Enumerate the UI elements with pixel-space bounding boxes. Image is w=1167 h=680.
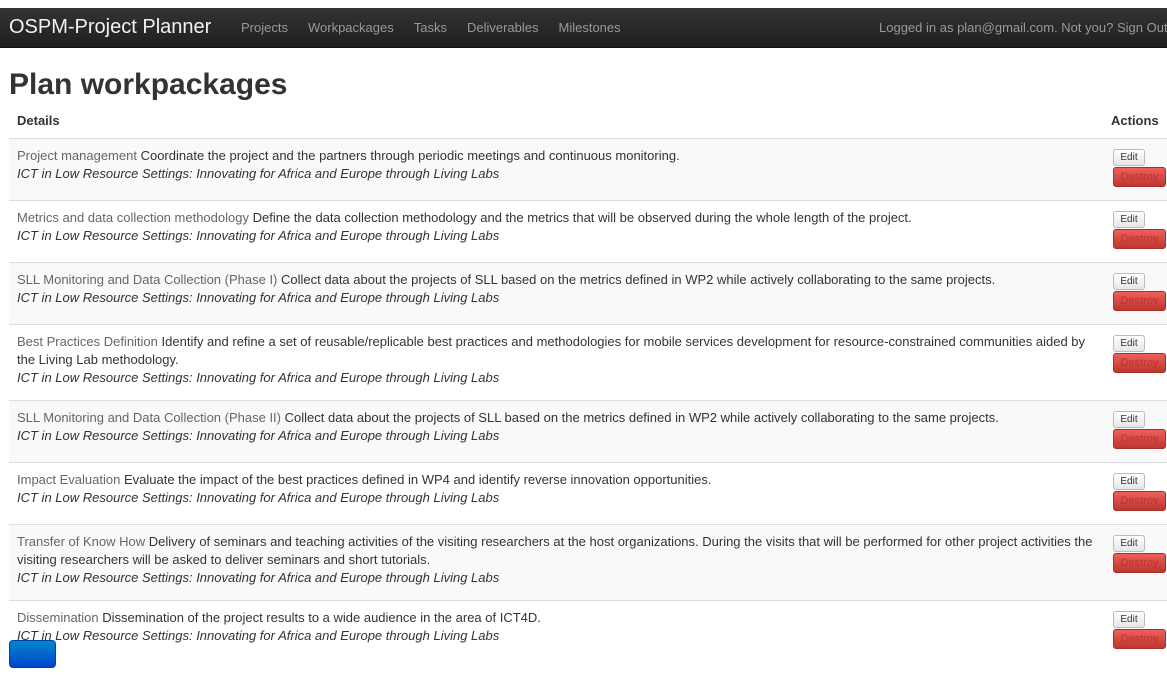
workpackage-name: Dissemination xyxy=(17,610,99,625)
actions-cell: Edit Destroy xyxy=(1103,462,1167,525)
workpackage-project: ICT in Low Resource Settings: Innovating… xyxy=(17,166,500,181)
table-row: Project management Coordinate the projec… xyxy=(9,138,1167,201)
destroy-button[interactable]: Destroy xyxy=(1113,167,1166,187)
details-cell: SLL Monitoring and Data Collection (Phas… xyxy=(9,400,1103,463)
workpackage-description: Coordinate the project and the partners … xyxy=(140,148,680,163)
edit-button[interactable]: Edit xyxy=(1113,411,1145,428)
table-row: Impact Evaluation Evaluate the impact of… xyxy=(9,462,1167,525)
destroy-button[interactable]: Destroy xyxy=(1113,629,1166,649)
sign-out-link[interactable]: Sign Out xyxy=(1117,20,1167,35)
actions-cell: Edit Destroy xyxy=(1103,200,1167,263)
destroy-button[interactable]: Destroy xyxy=(1113,553,1166,573)
workpackage-project: ICT in Low Resource Settings: Innovating… xyxy=(17,228,500,243)
details-cell: Project management Coordinate the projec… xyxy=(9,138,1103,201)
destroy-button[interactable]: Destroy xyxy=(1113,491,1166,511)
table-row: Transfer of Know How Delivery of seminar… xyxy=(9,524,1167,601)
workpackages-table-body: Project management Coordinate the projec… xyxy=(9,138,1167,662)
nav-tasks[interactable]: Tasks xyxy=(404,8,457,47)
edit-button[interactable]: Edit xyxy=(1113,335,1145,352)
edit-button[interactable]: Edit xyxy=(1113,149,1145,166)
workpackage-project: ICT in Low Resource Settings: Innovating… xyxy=(17,370,500,385)
workpackage-name: SLL Monitoring and Data Collection (Phas… xyxy=(17,272,278,287)
edit-button[interactable]: Edit xyxy=(1113,535,1145,552)
workpackage-name: Transfer of Know How xyxy=(17,534,146,549)
details-cell: Transfer of Know How Delivery of seminar… xyxy=(9,524,1103,601)
workpackage-description: Collect data about the projects of SLL b… xyxy=(284,410,999,425)
brand-link[interactable]: OSPM-Project Planner xyxy=(9,15,211,39)
workpackage-name: SLL Monitoring and Data Collection (Phas… xyxy=(17,410,281,425)
actions-cell: Edit Destroy xyxy=(1103,324,1167,401)
actions-column-header: Actions xyxy=(1103,108,1167,139)
main-nav: Projects Workpackages Tasks Deliverables… xyxy=(231,8,631,47)
login-status: Logged in as plan@gmail.com. Not you? Si… xyxy=(879,8,1167,47)
details-cell: Metrics and data collection methodology … xyxy=(9,200,1103,263)
table-row: SLL Monitoring and Data Collection (Phas… xyxy=(9,400,1167,463)
details-cell: SLL Monitoring and Data Collection (Phas… xyxy=(9,262,1103,325)
workpackage-name: Metrics and data collection methodology xyxy=(17,210,249,225)
workpackage-project: ICT in Low Resource Settings: Innovating… xyxy=(17,570,500,585)
actions-cell: Edit Destroy xyxy=(1103,262,1167,325)
workpackage-description: Define the data collection methodology a… xyxy=(252,210,912,225)
table-header-row: Details Actions xyxy=(9,108,1167,139)
destroy-button[interactable]: Destroy xyxy=(1113,291,1166,311)
new-workpackage-button[interactable]: New xyxy=(9,640,56,668)
table-row: Dissemination Dissemination of the proje… xyxy=(9,600,1167,662)
destroy-button[interactable]: Destroy xyxy=(1113,429,1166,449)
workpackage-project: ICT in Low Resource Settings: Innovating… xyxy=(17,490,500,505)
workpackage-description: Identify and refine a set of reusable/re… xyxy=(17,334,1086,367)
nav-deliverables[interactable]: Deliverables xyxy=(457,8,549,47)
workpackages-table: Details Actions Project management Coord… xyxy=(9,108,1167,662)
login-text: Logged in as plan@gmail.com. Not you? xyxy=(879,20,1114,35)
table-row: SLL Monitoring and Data Collection (Phas… xyxy=(9,262,1167,325)
workpackage-description: Dissemination of the project results to … xyxy=(102,610,541,625)
actions-cell: Edit Destroy xyxy=(1103,138,1167,201)
details-cell: Dissemination Dissemination of the proje… xyxy=(9,600,1103,662)
destroy-button[interactable]: Destroy xyxy=(1113,229,1166,249)
nav-workpackages[interactable]: Workpackages xyxy=(298,8,404,47)
nav-projects[interactable]: Projects xyxy=(231,8,298,47)
page-title: Plan workpackages xyxy=(9,68,288,101)
table-row: Metrics and data collection methodology … xyxy=(9,200,1167,263)
edit-button[interactable]: Edit xyxy=(1113,211,1145,228)
workpackage-name: Project management xyxy=(17,148,137,163)
edit-button[interactable]: Edit xyxy=(1113,611,1145,628)
details-cell: Best Practices Definition Identify and r… xyxy=(9,324,1103,401)
actions-cell: Edit Destroy xyxy=(1103,600,1167,662)
edit-button[interactable]: Edit xyxy=(1113,473,1145,490)
details-cell: Impact Evaluation Evaluate the impact of… xyxy=(9,462,1103,525)
workpackage-project: ICT in Low Resource Settings: Innovating… xyxy=(17,290,500,305)
workpackage-name: Best Practices Definition xyxy=(17,334,158,349)
nav-milestones[interactable]: Milestones xyxy=(549,8,631,47)
actions-cell: Edit Destroy xyxy=(1103,400,1167,463)
workpackage-description: Delivery of seminars and teaching activi… xyxy=(17,534,1093,567)
workpackage-project: ICT in Low Resource Settings: Innovating… xyxy=(17,628,500,643)
workpackage-project: ICT in Low Resource Settings: Innovating… xyxy=(17,428,500,443)
workpackage-name: Impact Evaluation xyxy=(17,472,121,487)
table-row: Best Practices Definition Identify and r… xyxy=(9,324,1167,401)
workpackage-description: Evaluate the impact of the best practice… xyxy=(123,472,712,487)
actions-cell: Edit Destroy xyxy=(1103,524,1167,601)
details-column-header: Details xyxy=(9,108,1103,139)
navbar: OSPM-Project Planner Projects Workpackag… xyxy=(0,8,1167,48)
workpackage-description: Collect data about the projects of SLL b… xyxy=(281,272,996,287)
edit-button[interactable]: Edit xyxy=(1113,273,1145,290)
destroy-button[interactable]: Destroy xyxy=(1113,353,1166,373)
